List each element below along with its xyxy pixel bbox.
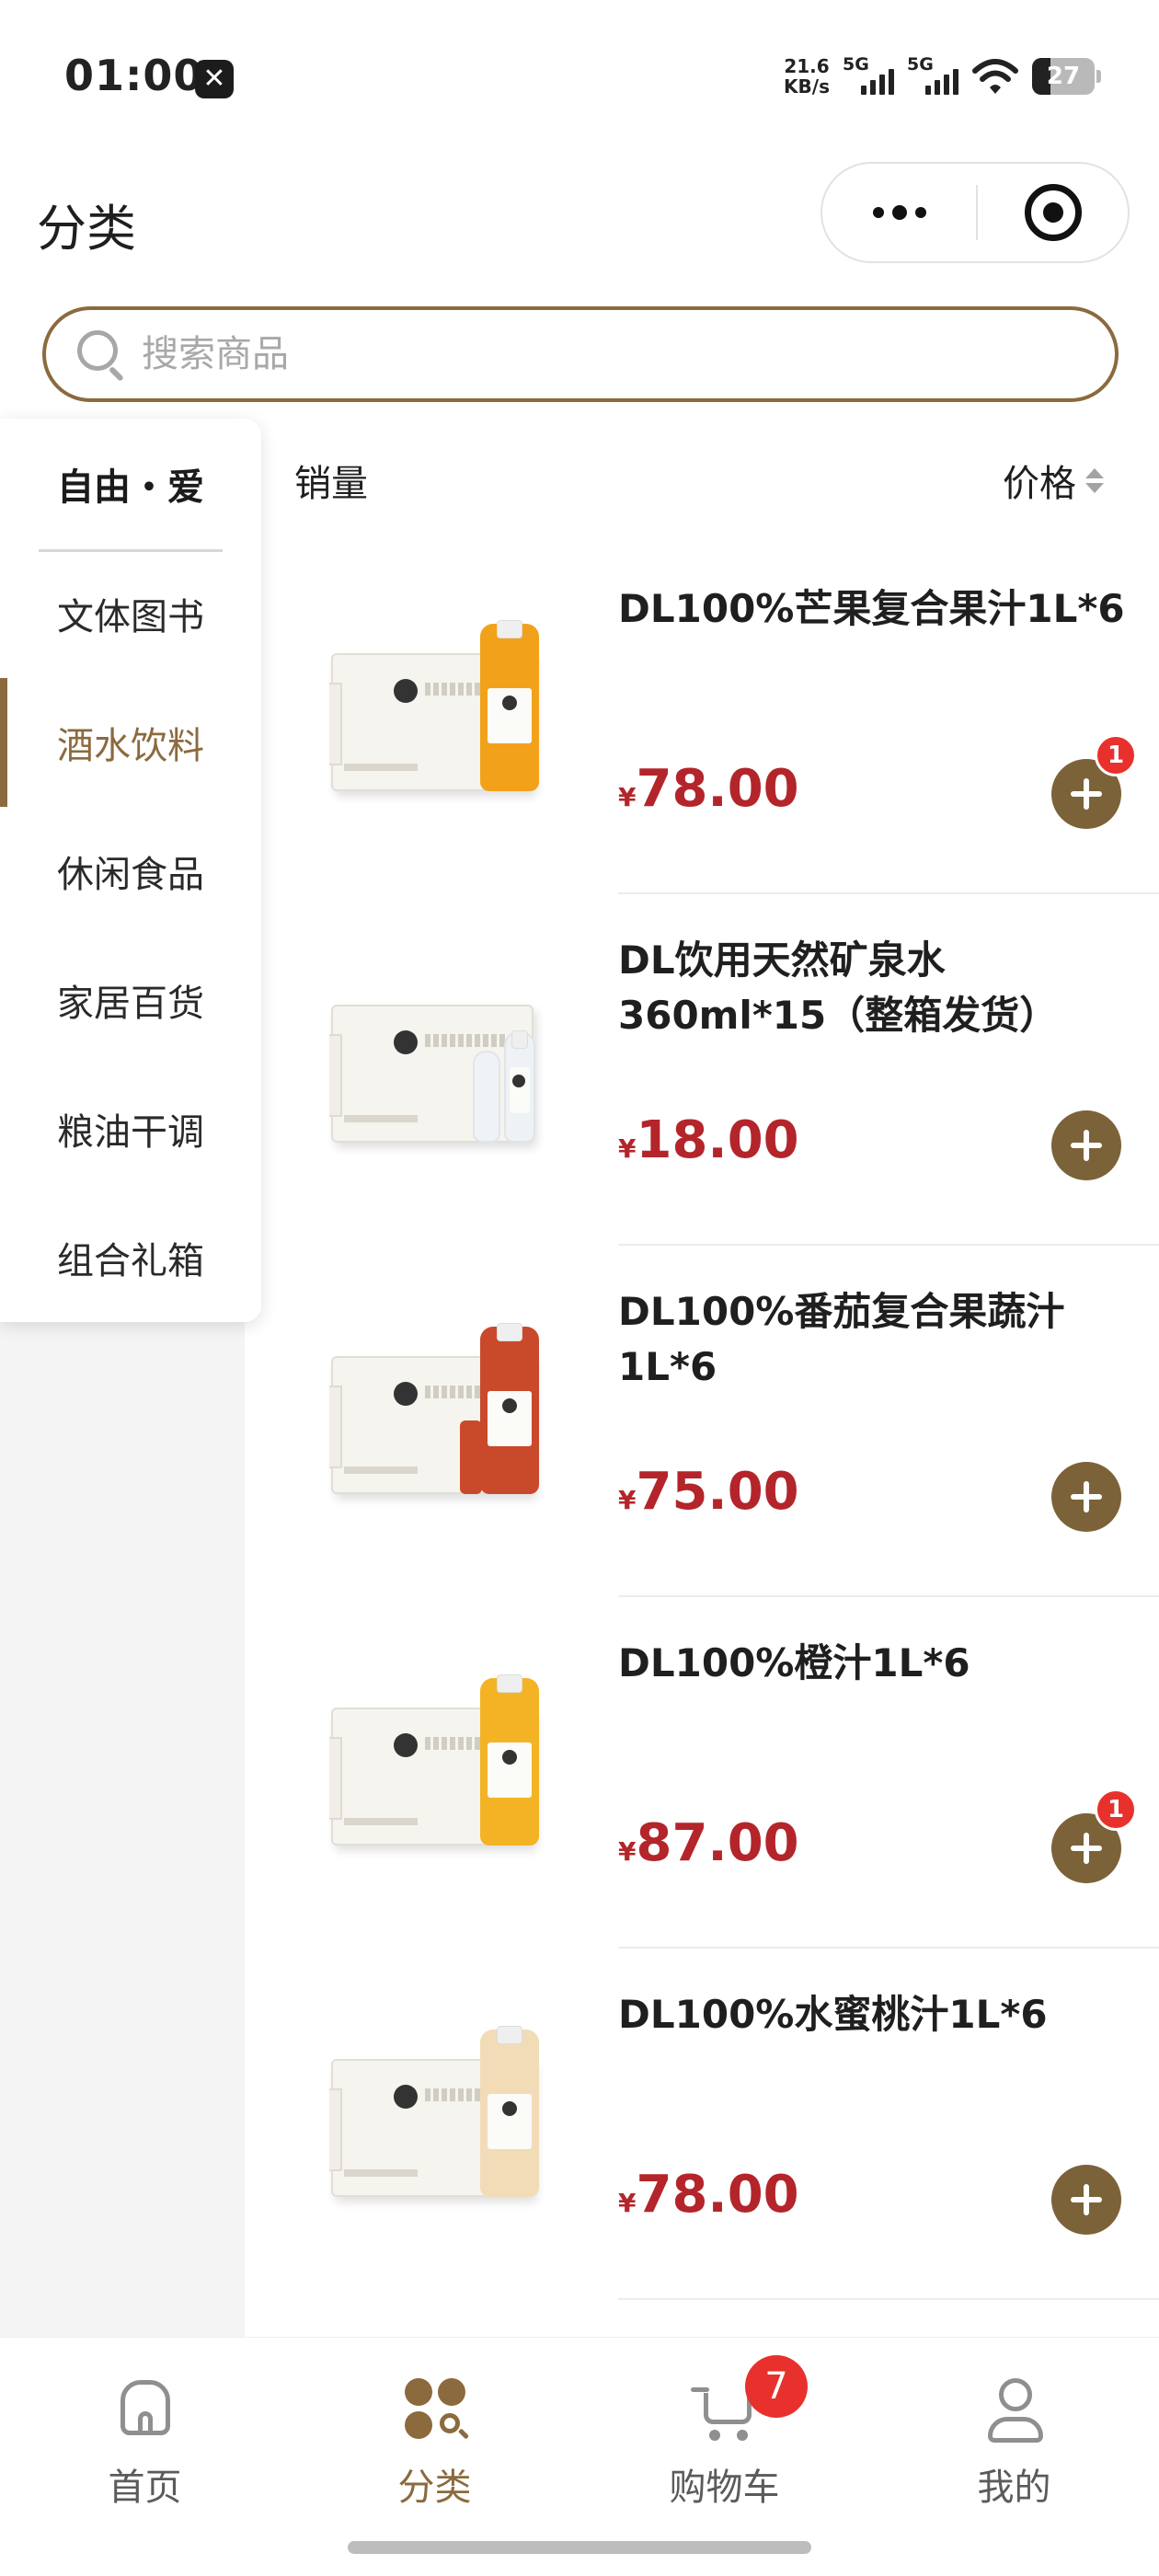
mini-program-capsule: [820, 162, 1130, 263]
plus-icon: [1071, 1130, 1102, 1161]
price-value: 75.00: [636, 1462, 799, 1522]
plus-icon: [1071, 1833, 1102, 1864]
home-icon: [111, 2375, 179, 2443]
plus-icon: [1071, 2184, 1102, 2215]
sidebar-item-grain-oil[interactable]: 粮油干调: [0, 1064, 261, 1193]
plus-icon: [1071, 778, 1102, 810]
price-value: 78.00: [636, 2165, 799, 2225]
product-price: ¥78.00: [618, 759, 799, 819]
tab-cart-label: 购物车: [669, 2467, 780, 2509]
cart-count-badge: 7: [745, 2355, 808, 2418]
tab-category-label: 分类: [397, 2467, 472, 2509]
sort-price-label: 价格: [1003, 463, 1076, 505]
product-card[interactable]: DL100%水蜜桃汁1L*6 ¥78.00: [276, 1949, 1159, 2300]
sidebar-item-gift-boxes[interactable]: 组合礼箱: [0, 1193, 261, 1322]
add-to-cart-button[interactable]: [1051, 1462, 1121, 1532]
battery-icon: 27: [1032, 58, 1101, 95]
currency-symbol: ¥: [618, 1485, 637, 1515]
product-price: ¥75.00: [618, 1462, 799, 1522]
dot-icon: [872, 207, 884, 218]
tab-home[interactable]: 首页: [0, 2365, 290, 2513]
battery-level: 27: [1046, 63, 1081, 90]
product-image[interactable]: [322, 1319, 589, 1531]
price-value: 78.00: [636, 759, 799, 819]
product-image[interactable]: [322, 968, 589, 1179]
quantity-badge: 1: [1095, 1788, 1137, 1831]
product-name: DL饮用天然矿泉水360ml*15（整箱发货）: [618, 937, 1059, 1038]
product-image[interactable]: [322, 2022, 589, 2234]
product-name: DL100%橙汁1L*6: [618, 1640, 970, 1685]
product-name: DL100%水蜜桃汁1L*6: [618, 1992, 1048, 2037]
product-list: DL100%芒果复合果汁1L*6 ¥78.00 1 DL饮用天然矿泉水360ml…: [276, 543, 1159, 2300]
currency-symbol: ¥: [618, 2188, 637, 2218]
plus-icon: [1071, 1481, 1102, 1512]
status-indicators: 21.6 KB/s 5G 5G 27: [784, 53, 1101, 99]
price-value: 87.00: [636, 1813, 799, 1873]
network-speed-value: 21.6: [784, 55, 830, 77]
close-miniprogram-button[interactable]: [978, 164, 1128, 261]
user-icon: [981, 2375, 1049, 2443]
sort-bar: 销量 价格: [276, 419, 1131, 538]
sort-by-price[interactable]: 价格: [1003, 454, 1104, 507]
price-value: 18.00: [636, 1110, 799, 1170]
product-image[interactable]: [322, 616, 589, 828]
product-image[interactable]: [322, 1671, 589, 1882]
signal-icon-2: 5G: [907, 54, 958, 98]
sidebar-item-home-goods[interactable]: 家居百货: [0, 936, 261, 1064]
add-to-cart-button[interactable]: [1051, 2165, 1121, 2235]
sidebar-item-featured[interactable]: 自由・爱: [0, 419, 261, 549]
signal-icon: 5G: [843, 54, 894, 98]
product-price: ¥78.00: [618, 2165, 799, 2225]
product-card[interactable]: DL饮用天然矿泉水360ml*15（整箱发货） ¥18.00: [276, 894, 1159, 1246]
tab-home-label: 首页: [108, 2467, 182, 2509]
tab-cart[interactable]: 购物车: [580, 2365, 869, 2513]
tab-category[interactable]: 分类: [290, 2365, 580, 2513]
sidebar-item-drinks[interactable]: 酒水饮料: [0, 678, 261, 807]
network-speed: 21.6 KB/s: [784, 56, 830, 97]
currency-symbol: ¥: [618, 782, 637, 812]
page-title: 分类: [37, 200, 136, 258]
more-options-button[interactable]: [822, 164, 976, 261]
status-time: 01:00: [64, 51, 204, 100]
bottom-tab-bar: 首页 分类 购物车 我的: [0, 2337, 1159, 2576]
product-card[interactable]: DL100%芒果复合果汁1L*6 ¥78.00 1: [276, 543, 1159, 894]
network-speed-unit: KB/s: [784, 75, 830, 98]
category-sidebar: 自由・爱 文体图书 酒水饮料 休闲食品 家居百货 粮油干调 组合礼箱: [0, 419, 261, 1322]
add-to-cart-button[interactable]: [1051, 1110, 1121, 1180]
quantity-badge: 1: [1095, 734, 1137, 776]
wifi-icon: [972, 59, 1018, 94]
tab-me[interactable]: 我的: [869, 2365, 1159, 2513]
sidebar-item-books[interactable]: 文体图书: [0, 549, 261, 678]
product-name: DL100%芒果复合果汁1L*6: [618, 586, 1125, 631]
title-bar: 分类: [0, 156, 1159, 276]
category-icon: [401, 2375, 469, 2443]
sidebar-item-snacks[interactable]: 休闲食品: [0, 807, 261, 936]
sort-arrows-icon: [1085, 467, 1104, 493]
home-indicator[interactable]: [348, 2541, 811, 2554]
dot-icon: [914, 207, 926, 218]
product-price: ¥18.00: [618, 1110, 799, 1170]
product-price: ¥87.00: [618, 1813, 799, 1873]
product-name: DL100%番茄复合果蔬汁1L*6: [618, 1289, 1065, 1389]
product-card[interactable]: DL100%橙汁1L*6 ¥87.00 1: [276, 1597, 1159, 1949]
dot-icon: [891, 205, 907, 220]
x-app-icon: ✕: [195, 60, 234, 98]
search-input[interactable]: [142, 333, 970, 375]
tab-me-label: 我的: [977, 2467, 1051, 2509]
search-icon: [72, 327, 127, 382]
search-bar[interactable]: [42, 306, 1119, 402]
status-bar: 01:00 ✕ 21.6 KB/s 5G 5G 27: [0, 0, 1159, 156]
target-icon: [1024, 184, 1082, 241]
sort-by-sales[interactable]: 销量: [294, 454, 368, 507]
currency-symbol: ¥: [618, 1133, 637, 1164]
product-card[interactable]: DL100%番茄复合果蔬汁1L*6 ¥75.00: [276, 1246, 1159, 1597]
currency-symbol: ¥: [618, 1836, 637, 1867]
